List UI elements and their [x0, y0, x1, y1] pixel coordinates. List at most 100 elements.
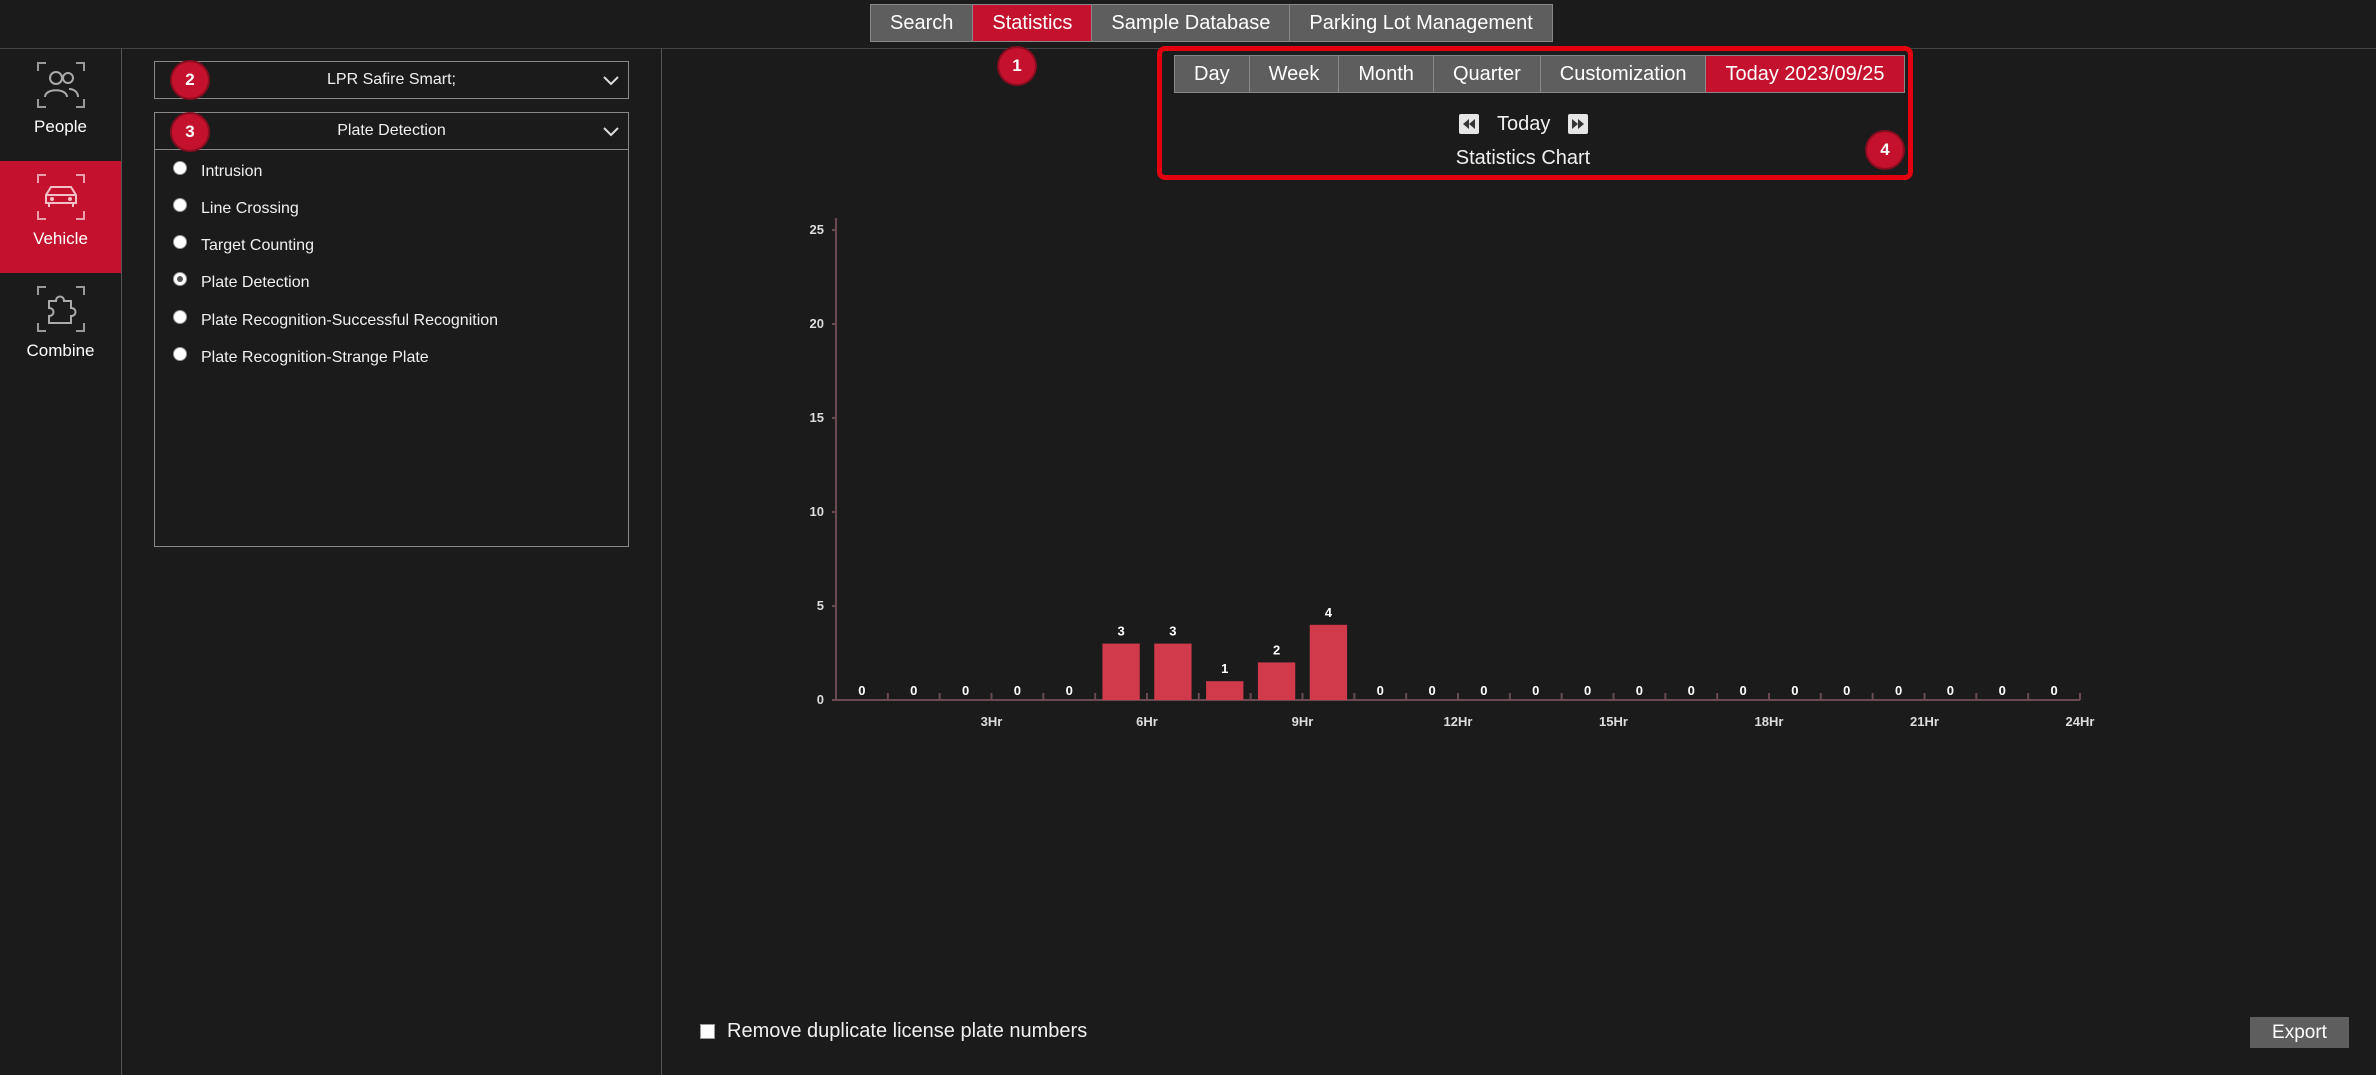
top-bar: Search Statistics Sample Database Parkin…	[0, 0, 2376, 49]
tab-parking-lot-management[interactable]: Parking Lot Management	[1290, 5, 1552, 41]
radio-intrusion[interactable]: Intrusion	[173, 159, 262, 185]
event-option-list: Intrusion Line Crossing Target Counting …	[154, 149, 629, 547]
y-tick-label: 15	[810, 410, 824, 425]
data-label: 3	[1117, 624, 1124, 639]
chevron-down-icon	[603, 127, 619, 137]
x-tick-label: 24Hr	[2066, 714, 2095, 729]
radio-line-crossing[interactable]: Line Crossing	[173, 196, 299, 222]
sidebar-item-vehicle[interactable]: Vehicle	[0, 161, 121, 273]
period-week[interactable]: Week	[1249, 56, 1340, 92]
x-tick-label: 3Hr	[981, 714, 1003, 729]
remove-duplicate-label: Remove duplicate license plate numbers	[727, 1020, 1088, 1042]
data-label: 0	[910, 683, 917, 698]
data-label: 0	[1895, 683, 1902, 698]
y-tick-label: 10	[810, 504, 824, 519]
event-select[interactable]: Plate Detection	[154, 112, 629, 150]
remove-duplicate-checkbox[interactable]	[700, 1024, 715, 1039]
period-customization[interactable]: Customization	[1540, 56, 1707, 92]
data-label: 0	[858, 683, 865, 698]
annotation-badge-3: 3	[172, 114, 208, 150]
radio-plate-detection[interactable]: Plate Detection	[173, 270, 310, 296]
bar	[1102, 643, 1140, 700]
data-label: 3	[1169, 624, 1176, 639]
period-tabs: Day Week Month Quarter Customization Tod…	[1174, 55, 1905, 93]
sidebar-item-label: People	[34, 117, 87, 136]
tab-sample-database[interactable]: Sample Database	[1092, 5, 1291, 41]
radio-plate-recognition-successful[interactable]: Plate Recognition-Successful Recognition	[173, 308, 498, 334]
remove-duplicate-plates-option[interactable]: Remove duplicate license plate numbers	[700, 1020, 1087, 1043]
bar	[1206, 681, 1244, 700]
sidebar-item-people[interactable]: People	[0, 49, 121, 161]
device-select-value: LPR Safire Smart;	[327, 71, 456, 88]
main-tabs: Search Statistics Sample Database Parkin…	[870, 4, 1553, 42]
export-button[interactable]: Export	[2250, 1017, 2349, 1048]
data-label: 0	[1014, 683, 1021, 698]
x-tick-label: 18Hr	[1755, 714, 1784, 729]
bar	[1154, 643, 1192, 700]
tab-search[interactable]: Search	[871, 5, 974, 41]
data-label: 0	[962, 683, 969, 698]
radio-target-counting[interactable]: Target Counting	[173, 233, 314, 259]
vehicle-icon	[37, 174, 85, 220]
y-tick-label: 5	[817, 598, 824, 613]
sidebar-item-label: Combine	[26, 341, 95, 360]
period-day[interactable]: Day	[1175, 56, 1250, 92]
date-navigator: Today	[1459, 110, 1589, 138]
data-label: 0	[1066, 683, 1073, 698]
radio-plate-recognition-strange[interactable]: Plate Recognition-Strange Plate	[173, 345, 429, 371]
period-quarter[interactable]: Quarter	[1433, 56, 1541, 92]
data-label: 0	[1843, 683, 1850, 698]
data-label: 0	[1999, 683, 2006, 698]
radio-button[interactable]	[173, 161, 187, 175]
sidebar-item-combine[interactable]: Combine	[0, 273, 121, 385]
radio-label: Target Counting	[201, 237, 314, 254]
data-label: 0	[1480, 683, 1487, 698]
data-label: 1	[1221, 661, 1228, 676]
radio-label: Plate Recognition-Strange Plate	[201, 349, 429, 366]
sidebar-item-label: Vehicle	[33, 229, 88, 248]
device-select[interactable]: LPR Safire Smart;	[154, 61, 629, 99]
data-label: 0	[1428, 683, 1435, 698]
y-tick-label: 20	[810, 316, 824, 331]
x-tick-label: 9Hr	[1292, 714, 1314, 729]
x-tick-label: 6Hr	[1136, 714, 1158, 729]
data-label: 2	[1273, 642, 1280, 657]
x-tick-label: 15Hr	[1599, 714, 1628, 729]
radio-label: Line Crossing	[201, 200, 299, 217]
data-label: 0	[1636, 683, 1643, 698]
data-label: 0	[1791, 683, 1798, 698]
next-icon[interactable]	[1568, 114, 1589, 134]
data-label: 0	[1739, 683, 1746, 698]
chart-title: Statistics Chart	[1455, 147, 1591, 169]
data-label: 0	[1532, 683, 1539, 698]
previous-icon[interactable]	[1459, 114, 1479, 134]
sidebar: People Vehicle Combine	[0, 49, 122, 1075]
x-tick-label: 21Hr	[1910, 714, 1939, 729]
puzzle-icon	[37, 286, 85, 332]
current-period-label: Today	[1497, 112, 1551, 135]
radio-label: Intrusion	[201, 163, 263, 180]
statistics-bar-chart: 05101520253Hr 6Hr 9Hr 12Hr 15Hr 18Hr 21Hr 24Hr0…	[810, 218, 2095, 729]
data-label: 0	[1688, 683, 1695, 698]
period-month[interactable]: Month	[1339, 56, 1434, 92]
bar	[1257, 662, 1296, 700]
radio-button[interactable]	[173, 235, 187, 249]
chevron-down-icon	[603, 76, 619, 86]
radio-label: Plate Recognition-Successful Recognition	[201, 312, 499, 329]
radio-button[interactable]	[173, 198, 187, 212]
annotation-badge-1: 1	[999, 48, 1035, 84]
radio-button[interactable]	[173, 347, 187, 361]
people-icon	[37, 62, 85, 108]
data-label: 0	[1947, 683, 1954, 698]
radio-button-selected[interactable]	[173, 272, 187, 286]
event-select-value: Plate Detection	[337, 122, 446, 139]
annotation-badge-2: 2	[172, 62, 208, 98]
data-label: 0	[2050, 683, 2057, 698]
data-label: 4	[1325, 605, 1333, 620]
radio-label: Plate Detection	[201, 274, 310, 291]
tab-statistics[interactable]: Statistics	[973, 5, 1093, 41]
bar	[1309, 624, 1348, 700]
radio-button[interactable]	[173, 310, 187, 324]
period-today[interactable]: Today 2023/09/25	[1706, 56, 1904, 92]
data-label: 0	[1377, 683, 1384, 698]
